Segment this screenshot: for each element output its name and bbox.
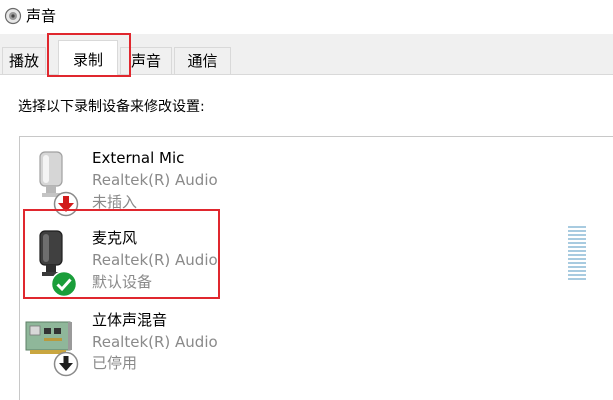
level-bar: [568, 250, 586, 252]
device-driver: Realtek(R) Audio: [92, 333, 218, 351]
level-meter: [568, 226, 586, 282]
black-down-arrow-icon: [53, 351, 79, 377]
tab-communications[interactable]: 通信: [174, 47, 231, 74]
level-bar: [568, 242, 586, 244]
tab-playback[interactable]: 播放: [2, 47, 46, 74]
level-bar: [568, 230, 586, 232]
device-status: 未插入: [92, 193, 138, 211]
level-bar: [568, 278, 586, 280]
level-bar: [568, 262, 586, 264]
device-name: 立体声混音: [92, 311, 168, 329]
device-driver: Realtek(R) Audio: [92, 251, 218, 269]
device-name: 麦克风: [92, 229, 138, 247]
level-bar: [568, 234, 586, 236]
device-driver: Realtek(R) Audio: [92, 171, 218, 189]
level-bar: [568, 254, 586, 256]
level-bar: [568, 266, 586, 268]
level-bar: [568, 246, 586, 248]
window-title: 声音: [26, 7, 57, 25]
level-bar: [568, 274, 586, 276]
red-down-arrow-icon: [53, 191, 79, 217]
device-status: 默认设备: [92, 273, 153, 291]
instruction-text: 选择以下录制设备来修改设置:: [18, 99, 205, 115]
tab-recording[interactable]: 录制: [58, 40, 118, 75]
green-check-icon: [50, 270, 78, 298]
speaker-icon: [4, 7, 22, 25]
tab-sounds[interactable]: 声音: [120, 47, 172, 74]
title-bar: 声音: [0, 0, 613, 34]
device-status: 已停用: [92, 354, 138, 372]
level-bar: [568, 226, 586, 228]
device-name: External Mic: [92, 149, 185, 167]
level-bar: [568, 270, 586, 272]
level-bar: [568, 238, 586, 240]
level-bar: [568, 258, 586, 260]
